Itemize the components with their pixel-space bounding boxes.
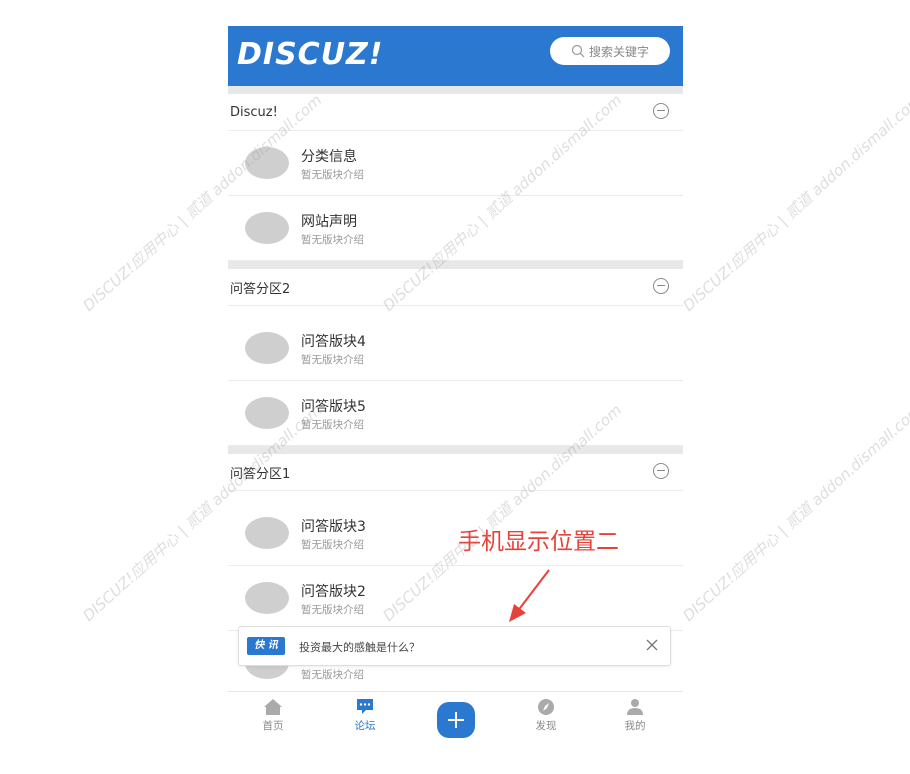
- forum-name: 问答版块5: [301, 399, 366, 415]
- tab-label: 论坛: [354, 720, 376, 732]
- tab-home[interactable]: 首页: [243, 698, 303, 733]
- forum-desc: 暂无版块介绍: [301, 234, 364, 246]
- tab-label: 我的: [624, 720, 646, 732]
- mobile-page: DISCUZ! 搜索关键字 Discuz! 分类信息 暂无版块介绍 网站声明 暂…: [228, 26, 683, 748]
- bottom-tabbar: 首页 论坛 发现 我的: [228, 691, 683, 748]
- tab-label: 首页: [262, 720, 284, 732]
- site-logo[interactable]: DISCUZ!: [237, 37, 383, 72]
- forum-item[interactable]: 问答版块4 暂无版块介绍: [228, 316, 683, 381]
- forum-item[interactable]: 分类信息 暂无版块介绍: [228, 131, 683, 196]
- section-header[interactable]: 问答分区1: [228, 454, 683, 491]
- forum-name: 网站声明: [301, 214, 357, 230]
- user-icon: [627, 699, 643, 715]
- forum-desc: 暂无版块介绍: [301, 354, 364, 366]
- forum-desc: 暂无版块介绍: [301, 604, 364, 616]
- collapse-icon[interactable]: [653, 463, 669, 479]
- section-title: 问答分区2: [230, 281, 291, 297]
- forum-avatar-icon: [245, 147, 289, 179]
- top-header: DISCUZ! 搜索关键字: [228, 26, 683, 86]
- forum-name: 问答版块2: [301, 584, 366, 600]
- forum-desc: 暂无版块介绍: [301, 419, 364, 431]
- forum-avatar-icon: [245, 332, 289, 364]
- forum-avatar-icon: [245, 517, 289, 549]
- news-ticker[interactable]: 快 讯 投资最大的感触是什么？: [238, 626, 671, 666]
- tab-mine[interactable]: 我的: [605, 698, 665, 733]
- tab-discover[interactable]: 发现: [516, 698, 576, 733]
- news-badge: 快 讯: [247, 637, 285, 655]
- collapse-icon[interactable]: [653, 278, 669, 294]
- forum-avatar-icon: [245, 212, 289, 244]
- forum-desc: 暂无版块介绍: [301, 669, 364, 681]
- forum-avatar-icon: [245, 397, 289, 429]
- forum-name: 问答版块3: [301, 519, 366, 535]
- tab-forum[interactable]: 论坛: [335, 698, 395, 733]
- forum-desc: 暂无版块介绍: [301, 169, 364, 181]
- section-divider: [228, 446, 683, 454]
- section-divider: [228, 86, 683, 94]
- forum-desc: 暂无版块介绍: [301, 539, 364, 551]
- search-placeholder: 搜索关键字: [588, 44, 649, 59]
- forum-item[interactable]: 问答版块5 暂无版块介绍: [228, 381, 683, 446]
- annotation-label: 手机显示位置二: [458, 529, 619, 555]
- compass-icon: [538, 699, 554, 715]
- forum-name: 分类信息: [301, 149, 357, 165]
- close-icon[interactable]: [644, 637, 660, 653]
- search-box[interactable]: 搜索关键字: [550, 37, 670, 65]
- watermark: DISCUZ!应用中心 | 贰道 addon.dismall.com: [679, 400, 910, 625]
- tab-label: 发现: [535, 720, 557, 732]
- section-title: 问答分区1: [230, 466, 291, 482]
- forum-item[interactable]: 网站声明 暂无版块介绍: [228, 196, 683, 261]
- add-post-button[interactable]: [437, 702, 475, 738]
- annotation-arrow-icon: [509, 569, 550, 622]
- news-text[interactable]: 投资最大的感触是什么？: [299, 639, 420, 655]
- search-icon: [571, 44, 585, 58]
- chat-bubble-icon: [357, 699, 373, 714]
- section-header[interactable]: Discuz!: [228, 94, 683, 131]
- collapse-icon[interactable]: [653, 103, 669, 119]
- home-icon: [264, 699, 282, 715]
- forum-avatar-icon: [245, 582, 289, 614]
- forum-item[interactable]: 问答版块2 暂无版块介绍: [228, 566, 683, 631]
- section-header[interactable]: 问答分区2: [228, 269, 683, 306]
- section-title: Discuz!: [230, 104, 278, 120]
- forum-name: 问答版块4: [301, 334, 366, 350]
- watermark: DISCUZ!应用中心 | 贰道 addon.dismall.com: [679, 90, 910, 315]
- section-divider: [228, 261, 683, 269]
